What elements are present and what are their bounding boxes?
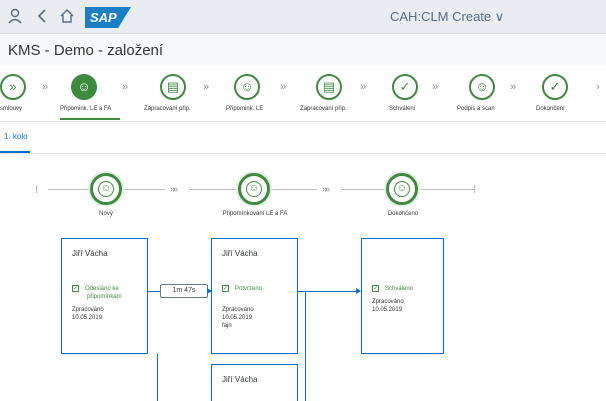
card-meta: Zpracováno 10.05.2019 fajn	[222, 306, 254, 330]
flow-node-label: Připomínkování LE a FA	[222, 211, 288, 217]
step-label: Zapracování přip.	[300, 106, 347, 112]
step-separator: »	[360, 81, 366, 93]
meta-label: Zpracováno	[222, 307, 254, 313]
flow-link-vertical	[305, 291, 306, 401]
flow-card-4[interactable]: Jiří Vácha	[211, 364, 298, 401]
flow-link	[298, 291, 356, 292]
shell-bar: SAP CAH:CLM Create ∨	[0, 0, 606, 34]
active-tab-indicator	[0, 151, 30, 153]
step-separator: »	[432, 81, 438, 93]
card-name: Jiří Vácha	[72, 249, 108, 258]
card-name: Jiří Vácha	[222, 375, 258, 384]
document-icon: ▤	[160, 74, 186, 100]
active-step-indicator	[60, 118, 120, 120]
flow-node-pripominkovani[interactable]: ☺	[238, 173, 270, 205]
object-header: KMS - Demo - založení	[0, 34, 606, 66]
card-meta: Zpracováno 10.05.2019	[72, 306, 104, 322]
page-title: KMS - Demo - založení	[8, 42, 164, 59]
status-text: Schváleno	[385, 286, 414, 292]
flow-end-tick	[474, 185, 475, 193]
home-icon[interactable]	[58, 8, 76, 26]
step-dokonceni[interactable]: ✓ Dokončení	[528, 66, 606, 122]
step-separator: »	[122, 81, 128, 93]
step-separator: »	[203, 81, 209, 93]
step-separator: »	[42, 81, 48, 93]
checkbox-icon: ✓	[372, 285, 379, 292]
user-edit-icon: ☺	[234, 74, 260, 100]
flow-chevron: »»	[322, 184, 330, 194]
flow-link-vertical	[157, 354, 158, 401]
flow-node-label: Dokončeno	[387, 211, 419, 217]
flow-start-tick	[36, 185, 37, 193]
flow-card-2[interactable]: Jiří Vácha ✓ Potvrzeno Zpracováno 10.05.2…	[211, 238, 298, 354]
meta-date: 10.05.2019	[372, 307, 403, 313]
step-label: Podpis a scan	[457, 106, 495, 112]
status-text: Odesláno ke	[85, 286, 119, 292]
check-icon: ✓	[542, 74, 568, 100]
flow-connector	[273, 189, 317, 190]
user-icon: ☺	[394, 181, 410, 197]
card-meta: Zpracováno 10.05.2019	[372, 298, 404, 314]
step-label: Připomink. LE a FA	[60, 106, 112, 112]
app-title-menu[interactable]: CAH:CLM Create ∨	[390, 9, 504, 25]
flow-card-3[interactable]: ✓ Schváleno Zpracováno 10.05.2019	[361, 238, 444, 354]
tab-1-kolo[interactable]: 1. kolo	[4, 132, 28, 141]
meta-date: 10.05.2019	[222, 315, 253, 321]
check-icon: ✓	[392, 74, 418, 100]
user-edit-icon: ☺	[71, 74, 97, 100]
step-separator: »	[510, 81, 516, 93]
group-icon: ☺	[469, 74, 495, 100]
step-separator: »	[280, 81, 286, 93]
flow-node-dokonceno[interactable]: ☺	[386, 173, 418, 205]
meta-comment: fajn	[222, 323, 232, 329]
user-icon: ☺	[98, 181, 114, 197]
sap-logo[interactable]: SAP	[85, 7, 131, 28]
flow-chevron: »»	[170, 184, 178, 194]
checkbox-icon: ✓	[72, 285, 79, 292]
step-label: Zapracování přip.	[144, 106, 191, 112]
user-icon[interactable]	[6, 8, 24, 26]
chevron-right-icon[interactable]: ›	[596, 81, 599, 93]
process-flow: ☺ Nový »» ☺ Připomínkování LE a FA »» ☺ …	[0, 154, 606, 401]
duration-badge[interactable]: 1m 47s	[160, 284, 208, 298]
forward-icon: »	[0, 74, 26, 100]
flow-connector	[48, 189, 90, 190]
card-status: ✓ Schváleno	[372, 285, 413, 293]
document-icon: ▤	[316, 74, 342, 100]
step-label: Schválení	[389, 106, 416, 112]
flow-node-label: Nový	[99, 211, 113, 217]
step-label: Připomink. LE	[226, 106, 264, 112]
user-icon: ☺	[246, 181, 262, 197]
status-text: připomínkám	[87, 294, 122, 300]
status-text: Potvrzeno	[235, 286, 263, 292]
meta-date: 10.05.2019	[72, 315, 103, 321]
card-status: ✓ Potvrzeno	[222, 285, 262, 293]
flow-connector	[190, 189, 238, 190]
card-status: ✓ Odesláno ke připomínkám	[72, 285, 122, 301]
flow-link	[148, 291, 160, 292]
chevron-left-icon[interactable]	[33, 8, 51, 26]
flow-connector	[342, 189, 386, 190]
flow-card-1[interactable]: Jiří Vácha ✓ Odesláno ke připomínkám Zpra…	[61, 238, 148, 354]
meta-label: Zpracováno	[372, 299, 404, 305]
flow-connector	[125, 189, 165, 190]
step-label: smlouvy	[0, 106, 23, 112]
process-step-bar: » smlouvy » ☺ Připomink. LE a FA » ▤ Zap…	[0, 66, 606, 122]
flow-connector	[421, 189, 474, 190]
tab-bar: 1. kolo	[0, 122, 606, 154]
card-name: Jiří Vácha	[222, 249, 258, 258]
meta-label: Zpracováno	[72, 307, 104, 313]
flow-node-novy[interactable]: ☺	[90, 173, 122, 205]
step-label: Dokončení	[536, 106, 565, 112]
checkbox-icon: ✓	[222, 285, 229, 292]
